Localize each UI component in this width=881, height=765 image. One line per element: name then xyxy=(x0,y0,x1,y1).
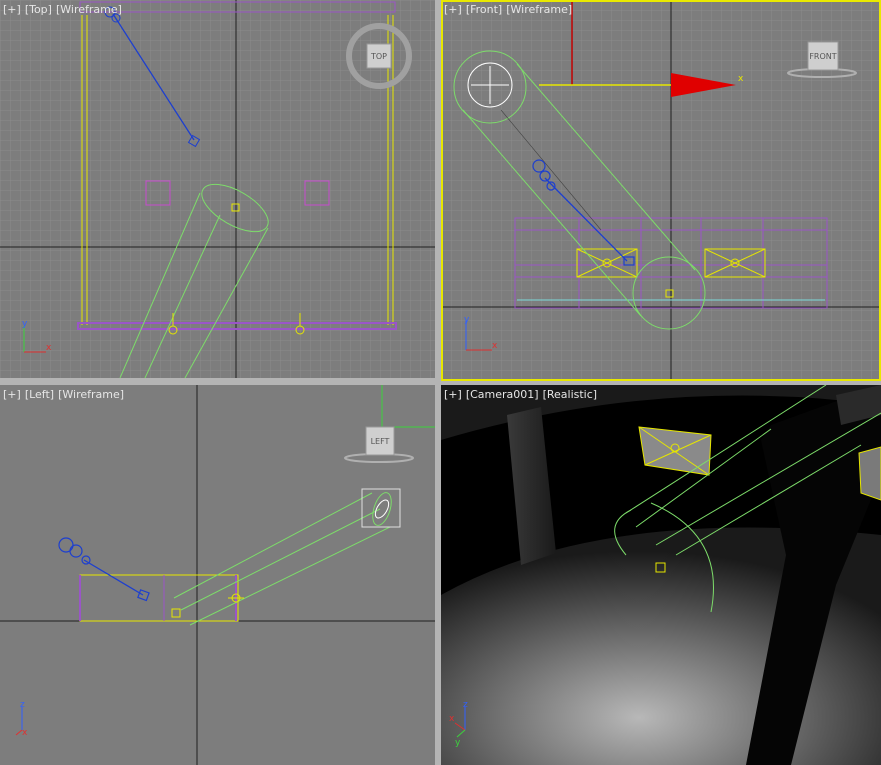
svg-text:y: y xyxy=(455,738,461,748)
viewport-label-top[interactable]: [+] [Top] [Wireframe] xyxy=(3,3,126,16)
viewport-plus-menu[interactable]: [+] xyxy=(444,388,462,401)
camera-target-icon xyxy=(467,62,513,108)
viewport-shading-menu[interactable]: [Realistic] xyxy=(543,388,598,401)
viewport-left[interactable]: LEFT z x [+] [Left] [Wireframe] xyxy=(0,385,435,765)
viewport-label-front[interactable]: [+] [Front] [Wireframe] xyxy=(444,3,576,16)
viewport-plus-menu[interactable]: [+] xyxy=(3,3,21,16)
svg-text:y: y xyxy=(22,319,28,329)
viewport-plus-menu[interactable]: [+] xyxy=(444,3,462,16)
svg-text:z: z xyxy=(20,700,25,710)
svg-text:LEFT: LEFT xyxy=(371,437,390,446)
front-grid-canvas: x FRONT y x xyxy=(441,0,881,381)
viewport-view-menu[interactable]: [Front] xyxy=(466,3,502,16)
viewport-view-menu[interactable]: [Left] xyxy=(25,388,54,401)
viewport-shading-menu[interactable]: [Wireframe] xyxy=(58,388,124,401)
svg-text:y: y xyxy=(464,315,470,325)
top-grid-canvas: TOP y x xyxy=(0,0,435,378)
viewport-front[interactable]: x FRONT y x [+] [Front] [Wireframe] xyxy=(441,0,881,381)
viewport-label-camera[interactable]: [+] [Camera001] [Realistic] xyxy=(444,388,601,401)
svg-text:FRONT: FRONT xyxy=(809,52,836,61)
viewport-plus-menu[interactable]: [+] xyxy=(3,388,21,401)
svg-text:z: z xyxy=(463,700,468,710)
viewport-top[interactable]: TOP y x [+] [Top] [Wireframe] xyxy=(0,0,435,378)
viewport-label-left[interactable]: [+] [Left] [Wireframe] xyxy=(3,388,128,401)
viewport-shading-menu[interactable]: [Wireframe] xyxy=(56,3,122,16)
viewport-camera[interactable]: z x y [+] [Camera001] [Realistic] xyxy=(441,385,881,765)
left-canvas: LEFT z x xyxy=(0,385,435,765)
viewport-shading-menu[interactable]: [Wireframe] xyxy=(506,3,572,16)
viewport-view-menu[interactable]: [Top] xyxy=(25,3,52,16)
svg-text:x: x xyxy=(46,343,52,353)
svg-text:x: x xyxy=(738,74,744,84)
viewport-view-menu[interactable]: [Camera001] xyxy=(466,388,539,401)
svg-text:TOP: TOP xyxy=(370,52,387,61)
svg-text:x: x xyxy=(22,728,28,738)
camera-canvas: z x y xyxy=(441,385,881,765)
svg-text:x: x xyxy=(449,714,455,724)
svg-text:x: x xyxy=(492,341,498,351)
